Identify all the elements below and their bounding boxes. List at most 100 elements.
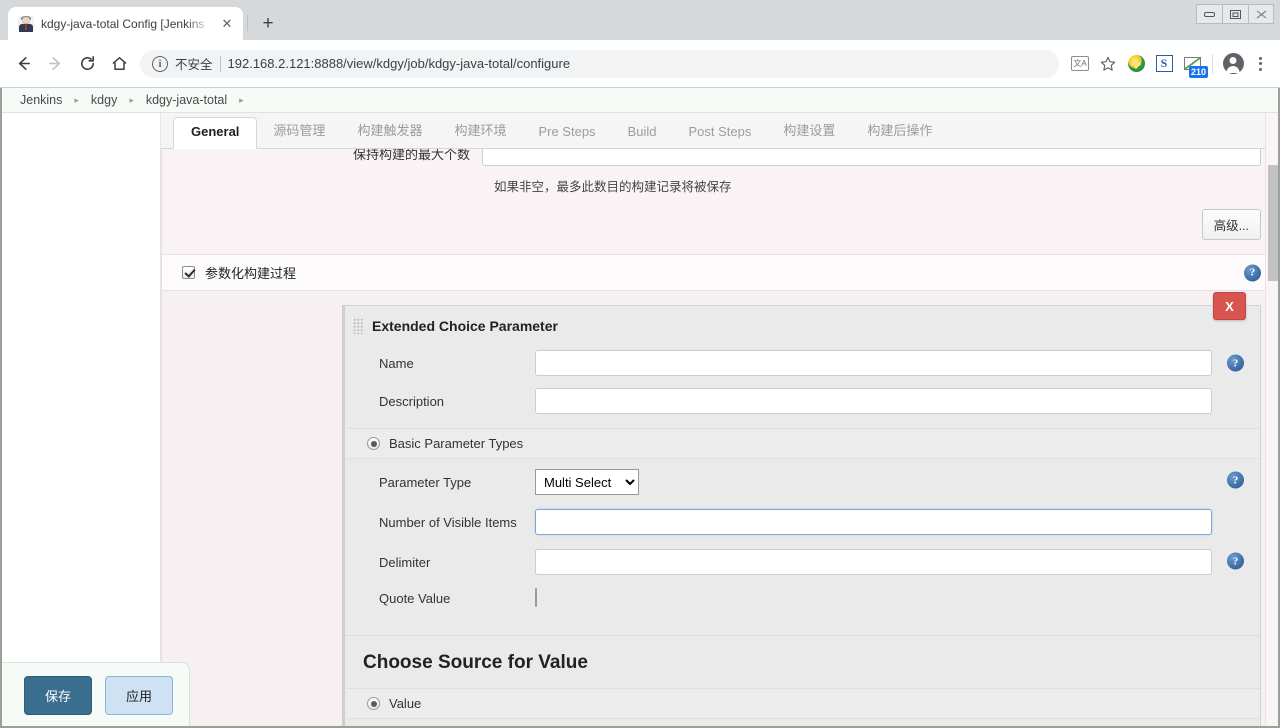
- breadcrumb: Jenkins ▸ kdgy ▸ kdgy-java-total ▸: [0, 88, 1280, 113]
- value-field-row: Value: [345, 719, 1260, 728]
- new-tab-button[interactable]: +: [254, 9, 282, 37]
- parameter-type-row: Parameter Type Multi Select ?: [345, 459, 1260, 501]
- delimiter-label: Delimiter: [379, 554, 431, 570]
- home-button[interactable]: [104, 49, 134, 79]
- description-row: Description: [345, 382, 1260, 420]
- tab-post-steps[interactable]: Post Steps: [672, 117, 767, 148]
- value-source-radio[interactable]: [367, 697, 380, 710]
- apply-button[interactable]: 应用: [105, 676, 174, 715]
- advanced-row: 高级...: [162, 195, 1279, 254]
- tab-build-settings[interactable]: 构建设置: [767, 113, 851, 148]
- visible-items-label: Number of Visible Items: [379, 514, 517, 530]
- value-source-label: Value: [389, 696, 422, 711]
- window-minimize-button[interactable]: [1196, 4, 1222, 24]
- reload-button[interactable]: [72, 49, 102, 79]
- parameter-panel-title: Extended Choice Parameter: [372, 318, 558, 334]
- extension-s-icon[interactable]: S: [1151, 51, 1177, 77]
- tab-pre-steps[interactable]: Pre Steps: [522, 117, 611, 148]
- visible-items-row: Number of Visible Items: [345, 501, 1260, 541]
- name-input[interactable]: [535, 350, 1212, 376]
- tab-build[interactable]: Build: [612, 117, 673, 148]
- tab-general[interactable]: General: [173, 117, 258, 149]
- window-close-button[interactable]: [1248, 4, 1274, 24]
- tab-close-icon[interactable]: ✕: [219, 16, 235, 32]
- security-status-label: 不安全: [175, 58, 213, 72]
- back-button[interactable]: [8, 49, 38, 79]
- browser-toolbar: i 不安全 192.168.2.121:8888/view/kdgy/job/k…: [0, 40, 1280, 88]
- profile-avatar-icon[interactable]: [1220, 51, 1246, 77]
- url-text: 192.168.2.121:8888/view/kdgy/job/kdgy-ja…: [227, 56, 571, 71]
- basic-parameter-types-label: Basic Parameter Types: [389, 436, 524, 451]
- browser-tab-strip: kdgy-java-total Config [Jenkins ✕ +: [0, 0, 1280, 40]
- config-main-column: General 源码管理 构建触发器 构建环境 Pre Steps Build …: [161, 113, 1280, 728]
- tab-post-build-actions[interactable]: 构建后操作: [851, 113, 948, 148]
- extension-badge-count: 210: [1188, 65, 1208, 78]
- extension-mail-icon[interactable]: 210: [1179, 51, 1208, 78]
- page-viewport: Jenkins ▸ kdgy ▸ kdgy-java-total ▸ Gener…: [0, 88, 1280, 728]
- help-icon[interactable]: ?: [1227, 471, 1244, 489]
- help-icon[interactable]: ?: [1227, 552, 1244, 570]
- browser-menu-icon[interactable]: [1248, 50, 1272, 78]
- window-maximize-button[interactable]: [1222, 4, 1248, 24]
- left-sidebar: [0, 113, 161, 728]
- page-scrollbar[interactable]: [1265, 113, 1280, 728]
- value-source-radio-row[interactable]: Value: [342, 688, 1260, 719]
- parameterized-build-checkbox[interactable]: [182, 266, 195, 279]
- browser-tab-title: kdgy-java-total Config [Jenkins: [41, 16, 205, 31]
- max-builds-label: 保持构建的最大个数: [352, 149, 470, 162]
- bookmark-star-icon[interactable]: [1095, 51, 1121, 77]
- help-icon[interactable]: ?: [1244, 264, 1261, 281]
- basic-parameter-types-radio-row[interactable]: Basic Parameter Types: [342, 428, 1260, 459]
- tab-build-triggers[interactable]: 构建触发器: [341, 113, 438, 148]
- basic-parameter-types-radio[interactable]: [367, 437, 380, 450]
- config-form-scroll-area: 保持构建的最大个数 如果非空，最多此数目的构建记录将被保存 高级... 参数化构…: [161, 149, 1280, 728]
- max-builds-row: 保持构建的最大个数: [162, 149, 1279, 169]
- breadcrumb-separator-icon: ▸: [129, 94, 134, 105]
- delimiter-input[interactable]: [535, 549, 1212, 575]
- tab-divider: [247, 15, 248, 31]
- browser-tab-active[interactable]: kdgy-java-total Config [Jenkins ✕: [8, 7, 243, 40]
- general-section: 保持构建的最大个数 如果非空，最多此数目的构建记录将被保存 高级...: [161, 149, 1280, 254]
- translate-icon[interactable]: 文A: [1067, 51, 1093, 77]
- parameterized-build-label: 参数化构建过程: [205, 266, 297, 281]
- max-builds-input[interactable]: [482, 149, 1261, 166]
- quote-value-label: Quote Value: [379, 590, 451, 606]
- quote-value-row: Quote Value: [345, 581, 1260, 621]
- breadcrumb-separator-icon: ▸: [239, 94, 244, 105]
- config-tab-bar: General 源码管理 构建触发器 构建环境 Pre Steps Build …: [161, 113, 1280, 149]
- name-label: Name: [379, 355, 414, 371]
- max-builds-hint: 如果非空，最多此数目的构建记录将被保存: [494, 180, 732, 194]
- jenkins-butler-icon: [18, 15, 34, 32]
- forward-button[interactable]: [40, 49, 70, 79]
- parameter-type-label: Parameter Type: [379, 474, 472, 490]
- drag-handle-icon[interactable]: [353, 318, 364, 334]
- breadcrumb-item-kdgy[interactable]: kdgy: [91, 93, 117, 107]
- help-icon[interactable]: ?: [1227, 354, 1244, 372]
- site-info-icon[interactable]: i: [152, 55, 168, 72]
- quote-value-checkbox[interactable]: [535, 588, 537, 607]
- advanced-button[interactable]: 高级...: [1201, 209, 1261, 240]
- description-input[interactable]: [535, 388, 1212, 414]
- page-body: General 源码管理 构建触发器 构建环境 Pre Steps Build …: [0, 113, 1280, 728]
- omnibox-divider: [219, 55, 221, 72]
- tab-source-management[interactable]: 源码管理: [257, 113, 341, 148]
- description-label: Description: [379, 393, 445, 409]
- name-row: Name ?: [345, 344, 1260, 382]
- parameter-definitions-zone: X Extended Choice Parameter Name ? Descr…: [161, 291, 1280, 728]
- save-button[interactable]: 保存: [24, 676, 93, 715]
- visible-items-input[interactable]: [535, 509, 1212, 535]
- breadcrumb-item-job[interactable]: kdgy-java-total: [146, 93, 227, 107]
- toolbar-divider: [1212, 53, 1213, 74]
- parameterized-build-row[interactable]: 参数化构建过程 ?: [161, 254, 1280, 291]
- parameter-gutter: [162, 305, 342, 728]
- breadcrumb-item-jenkins[interactable]: Jenkins: [20, 93, 62, 107]
- breadcrumb-separator-icon: ▸: [74, 94, 79, 105]
- delete-parameter-button[interactable]: X: [1213, 292, 1246, 320]
- window-controls: [1196, 4, 1274, 24]
- extension-green-icon[interactable]: [1123, 51, 1149, 77]
- page-scrollbar-thumb[interactable]: [1268, 165, 1279, 281]
- address-bar[interactable]: i 不安全 192.168.2.121:8888/view/kdgy/job/k…: [140, 49, 1059, 78]
- parameter-type-select[interactable]: Multi Select: [535, 469, 639, 495]
- tab-build-environment[interactable]: 构建环境: [438, 113, 522, 148]
- browser-window: kdgy-java-total Config [Jenkins ✕ + i 不安…: [0, 0, 1280, 728]
